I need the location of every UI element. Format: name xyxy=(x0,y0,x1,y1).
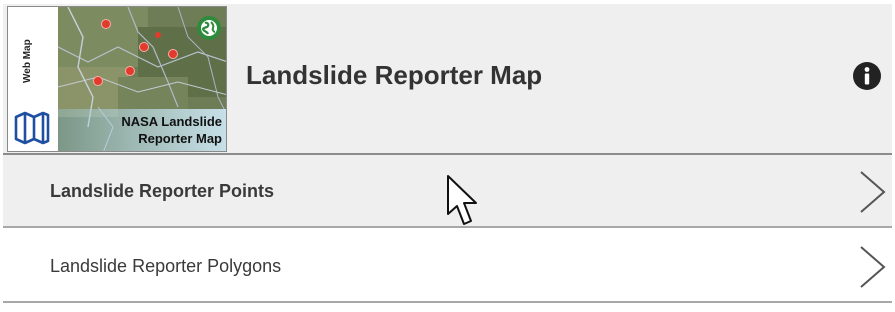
list-item-label: Landslide Reporter Points xyxy=(50,181,275,201)
thumbnail-caption-line: NASA Landslide xyxy=(121,114,222,129)
thumbnail-caption-line: Reporter Map xyxy=(138,131,222,146)
thumbnail-caption: NASA Landslide Reporter Map xyxy=(57,113,222,147)
page-title: Landslide Reporter Map xyxy=(246,60,543,90)
item-header: Web Map NASA Landslide Reporter Map Land… xyxy=(3,4,892,154)
web-map-thumbnail[interactable]: Web Map NASA Landslide Reporter Map xyxy=(7,6,227,152)
map-icon xyxy=(14,111,50,145)
list-item-landslide-reporter-polygons[interactable]: Landslide Reporter Polygons xyxy=(3,230,892,303)
globe-icon xyxy=(197,16,221,40)
info-icon[interactable] xyxy=(852,61,882,91)
list-item-landslide-reporter-points[interactable]: Landslide Reporter Points xyxy=(3,155,892,228)
list-item-label: Landslide Reporter Polygons xyxy=(50,256,282,276)
chevron-right-icon[interactable] xyxy=(854,244,888,290)
web-map-type-label: Web Map xyxy=(22,39,33,83)
chevron-right-icon[interactable] xyxy=(854,169,888,215)
thumbnail-side-strip: Web Map xyxy=(8,7,58,151)
